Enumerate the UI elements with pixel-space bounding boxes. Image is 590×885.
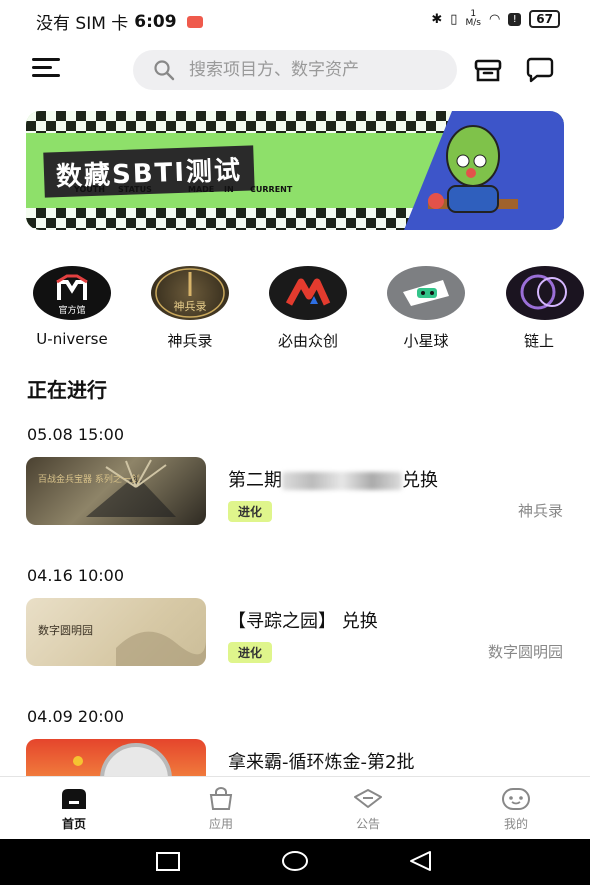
tab-home[interactable]: 首页 <box>34 787 114 832</box>
search-icon <box>154 60 175 81</box>
promo-banner[interactable]: 数藏SBTI测试 YOUTH STATUS MADE IN CURRENT <box>26 111 564 230</box>
bottom-tab-bar: 首页 应用 公告 我的 <box>0 776 590 839</box>
shenbinglu-logo-icon: 神兵录 <box>151 266 229 320</box>
item-brand: 神兵录 <box>517 502 563 520</box>
carrier-text: 没有 SIM 卡 <box>36 14 129 34</box>
home-button <box>282 851 308 871</box>
category-shenbinglu[interactable]: 神兵录 神兵录 <box>140 266 240 351</box>
category-label: 链上 <box>524 332 555 350</box>
back-button <box>410 851 431 871</box>
message-icon[interactable] <box>525 54 557 86</box>
category-label: U-niverse <box>36 330 108 348</box>
item-date: 05.08 15:00 <box>27 425 124 444</box>
item-tag: 进化 <box>228 501 273 522</box>
category-label: 小星球 <box>403 332 449 350</box>
system-nav-bar <box>0 839 590 885</box>
category-universe[interactable]: 官方馆 U-niverse <box>22 266 122 348</box>
notification-icon <box>186 15 203 28</box>
bluetooth-icon: ✱ <box>431 11 443 27</box>
item-title[interactable]: 第二期 兑换 <box>228 466 438 492</box>
blurred-text <box>282 472 402 490</box>
announcement-icon <box>354 789 382 808</box>
bag-icon <box>209 787 233 810</box>
banner-sub: IN <box>224 185 234 194</box>
status-bar: 没有 SIM 卡 6:09 ✱ ▯ 1 M/s ◠ ! 67 <box>0 0 590 38</box>
item-image[interactable]: 百战金兵宝器 系列之一剑 <box>26 457 206 525</box>
item-image[interactable]: 数字圆明园 <box>26 598 206 666</box>
tab-profile[interactable]: 我的 <box>476 787 556 832</box>
box-icon[interactable] <box>472 54 504 86</box>
menu-icon[interactable] <box>32 58 60 82</box>
category-label: 必由众创 <box>277 332 338 350</box>
banner-sub: STATUS <box>118 185 152 194</box>
item-title[interactable]: 【寻踪之园】 兑换 <box>228 607 378 633</box>
category-xiaoxingqiu[interactable]: 小星球 <box>376 266 476 351</box>
svg-text:数字圆明园: 数字圆明园 <box>38 623 93 637</box>
vibrate-icon: ▯ <box>450 11 458 27</box>
banner-sub: YOUTH <box>74 185 105 194</box>
banner-sub: CURRENT <box>250 185 293 194</box>
tab-apps[interactable]: 应用 <box>181 787 261 832</box>
wifi-icon: ◠ <box>488 11 501 27</box>
alert-icon: ! <box>508 12 522 26</box>
xiaoxingqiu-logo-icon <box>387 266 465 320</box>
battery-level: 67 <box>529 10 560 28</box>
universe-logo-icon: 官方馆 <box>33 266 111 320</box>
item-date: 04.16 10:00 <box>27 566 124 585</box>
lianshang-logo-icon <box>506 266 584 320</box>
profile-icon <box>502 788 530 810</box>
search-input[interactable] <box>189 60 449 80</box>
clock: 6:09 <box>134 11 177 32</box>
item-brand: 数字圆明园 <box>487 643 563 661</box>
item-title[interactable]: 拿来霸-循环炼金-第2批 <box>228 748 414 774</box>
biyouzhongchuang-logo-icon <box>269 266 347 320</box>
tab-announcements[interactable]: 公告 <box>328 787 408 832</box>
svg-text:百战金兵宝器 系列之一剑: 百战金兵宝器 系列之一剑 <box>38 473 140 485</box>
category-label: 神兵录 <box>167 332 213 350</box>
item-image[interactable] <box>26 739 206 776</box>
search-bar[interactable] <box>133 50 457 90</box>
category-lianshang[interactable]: 链上 <box>494 266 590 351</box>
cactus-character-illustration <box>428 125 518 213</box>
net-speed: 1 M/s <box>465 9 481 28</box>
recents-button <box>156 852 180 871</box>
svg-text:官方馆: 官方馆 <box>58 304 85 316</box>
item-date: 04.09 20:00 <box>27 707 124 726</box>
section-title: 正在进行 <box>27 378 107 402</box>
category-biyouzhongchuang[interactable]: 必由众创 <box>258 266 358 351</box>
banner-sub: MADE <box>188 185 215 194</box>
home-icon <box>62 789 86 809</box>
item-tag: 进化 <box>228 642 273 663</box>
svg-text:神兵录: 神兵录 <box>174 299 207 313</box>
